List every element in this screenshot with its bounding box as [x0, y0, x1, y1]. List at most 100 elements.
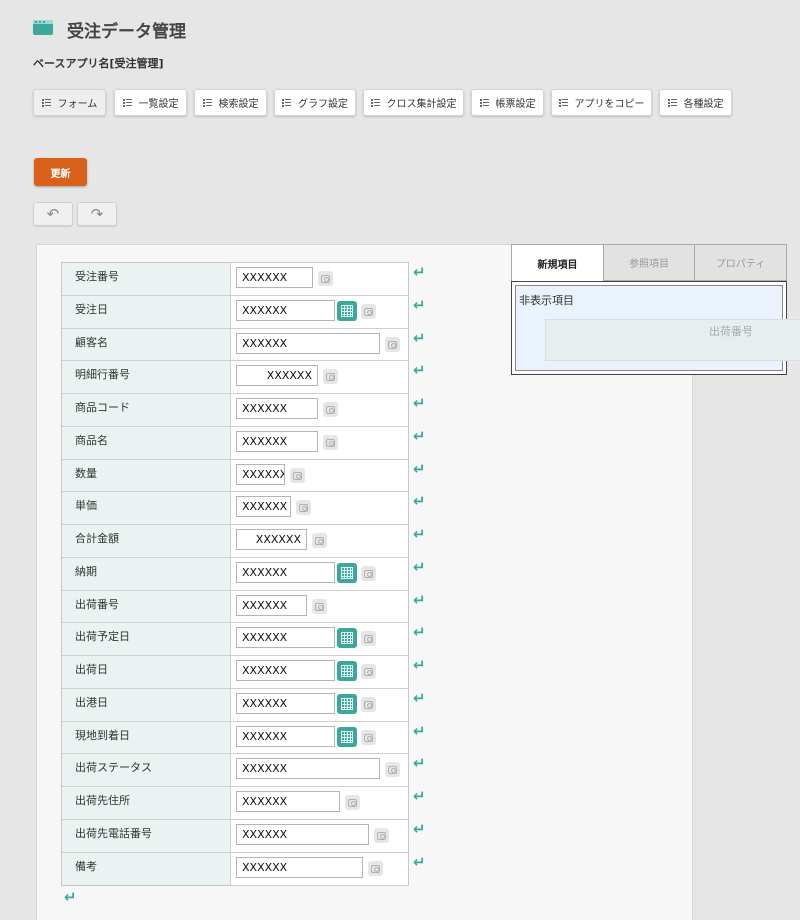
return-arrow-icon[interactable]: ↵	[413, 658, 427, 673]
camera-icon[interactable]	[361, 664, 376, 679]
field-input[interactable]: XXXXXX	[236, 299, 335, 321]
camera-icon[interactable]	[361, 565, 376, 581]
camera-icon[interactable]	[323, 434, 338, 450]
camera-icon[interactable]	[361, 729, 376, 745]
form-row[interactable]: 合計金額 XXXXXX	[62, 525, 408, 558]
form-row[interactable]: 受注番号 XXXXXX	[62, 263, 408, 296]
camera-icon[interactable]	[361, 696, 376, 712]
tab-list-settings[interactable]: 一覧設定	[114, 89, 187, 116]
form-row[interactable]: 数量 XXXXXX	[62, 459, 408, 493]
return-arrow-icon[interactable]: ↵	[413, 625, 427, 640]
form-row[interactable]: 現地到着日 XXXXXX	[62, 721, 408, 755]
tab-graph-settings[interactable]: グラフ設定	[274, 89, 356, 116]
return-arrow-icon[interactable]: ↵	[413, 428, 427, 443]
calendar-icon[interactable]	[337, 693, 357, 714]
form-row[interactable]: 商品コード XXXXXX	[62, 394, 408, 427]
camera-icon[interactable]	[385, 762, 400, 778]
field-input[interactable]: XXXXXX	[236, 561, 335, 583]
return-arrow-icon[interactable]: ↵	[413, 461, 427, 476]
field-input[interactable]: XXXXXX	[236, 463, 285, 485]
form-row[interactable]: 出荷ステータス XXXXXX	[62, 754, 408, 787]
form-row[interactable]: 納期 XXXXXX	[62, 557, 408, 591]
return-arrow-icon[interactable]: ↵	[413, 789, 427, 804]
return-arrow-icon[interactable]: ↵	[413, 494, 427, 509]
redo-button[interactable]: ↷	[77, 202, 117, 226]
camera-icon[interactable]	[361, 303, 376, 319]
camera-icon[interactable]	[323, 402, 338, 417]
return-arrow-icon[interactable]: ↵	[413, 265, 427, 280]
tab-properties[interactable]: プロパティ	[694, 244, 787, 281]
field-input[interactable]: XXXXXX	[236, 692, 335, 714]
field-input[interactable]: XXXXXX	[236, 725, 335, 747]
calendar-icon[interactable]	[337, 300, 357, 321]
form-row[interactable]: 出荷先電話番号 XXXXXX	[62, 819, 408, 853]
field-input[interactable]: XXXXXX	[236, 365, 318, 387]
form-row[interactable]: 受注日 XXXXXX	[62, 295, 408, 329]
return-arrow-icon[interactable]: ↵	[413, 297, 427, 312]
return-arrow-icon[interactable]: ↵	[413, 821, 427, 836]
camera-icon[interactable]	[368, 860, 383, 876]
tab-form[interactable]: フォーム	[33, 89, 106, 116]
tab-new-items[interactable]: 新規項目	[511, 244, 604, 281]
form-row[interactable]: 出荷日 XXXXXX	[62, 656, 408, 689]
field-input[interactable]: XXXXXX	[236, 594, 307, 616]
field-input[interactable]: XXXXXX	[236, 430, 318, 452]
form-row[interactable]: 単価 XXXXXX	[62, 492, 408, 525]
tab-search-settings[interactable]: 検索設定	[194, 89, 267, 116]
tab-reference-items[interactable]: 参照項目	[603, 244, 695, 281]
tab-copy-app[interactable]: アプリをコピー	[551, 89, 652, 116]
tab-label: 新規項目	[537, 259, 578, 271]
field-input[interactable]: XXXXXX	[236, 758, 380, 780]
return-arrow-icon[interactable]: ↵	[413, 756, 427, 771]
form-field-table: 受注番号 XXXXXX 受注日 XXXXXX 顧客名 XXXXXX 明細行番号 XXXXXX 商…	[61, 262, 409, 887]
return-arrow-icon[interactable]: ↵	[413, 396, 427, 411]
form-row[interactable]: 出荷先住所 XXXXXX	[62, 787, 408, 820]
return-arrow-icon[interactable]: ↵	[413, 854, 427, 869]
return-arrow-icon[interactable]: ↵	[64, 890, 78, 905]
camera-icon[interactable]	[296, 500, 311, 516]
field-input[interactable]: XXXXXX	[236, 496, 291, 518]
field-input[interactable]: XXXXXX	[236, 332, 380, 354]
return-arrow-icon[interactable]: ↵	[413, 592, 427, 607]
camera-icon[interactable]	[312, 598, 327, 614]
return-arrow-icon[interactable]: ↵	[413, 330, 427, 345]
form-row[interactable]: 出荷番号 XXXXXX	[62, 590, 408, 624]
return-arrow-icon[interactable]: ↵	[413, 723, 427, 738]
field-input[interactable]: XXXXXX	[236, 791, 340, 812]
return-arrow-icon[interactable]: ↵	[413, 559, 427, 574]
return-arrow-icon[interactable]: ↵	[413, 527, 427, 542]
tab-cross-tab-settings[interactable]: クロス集計設定	[363, 89, 464, 116]
field-input[interactable]: XXXXXX	[236, 267, 313, 288]
calendar-icon[interactable]	[337, 562, 357, 583]
form-row[interactable]: 備考 XXXXXX	[62, 852, 408, 886]
camera-icon[interactable]	[290, 467, 305, 483]
calendar-icon[interactable]	[337, 628, 357, 649]
field-input[interactable]: XXXXXX	[236, 660, 335, 681]
tab-report-settings[interactable]: 帳票設定	[471, 89, 544, 116]
return-arrow-icon[interactable]: ↵	[413, 363, 427, 378]
hidden-item-shipping-number[interactable]: 出荷番号	[545, 319, 800, 361]
form-row[interactable]: 出荷予定日 XXXXXX	[62, 623, 408, 656]
tab-misc-settings[interactable]: 各種設定	[659, 89, 732, 116]
update-button[interactable]: 更新	[34, 158, 87, 186]
camera-icon[interactable]	[374, 827, 389, 843]
camera-icon[interactable]	[385, 336, 400, 352]
camera-icon[interactable]	[318, 271, 333, 286]
field-input[interactable]: XXXXXX	[236, 398, 318, 419]
return-arrow-icon[interactable]: ↵	[413, 690, 427, 705]
field-input[interactable]: XXXXXX	[236, 627, 335, 649]
camera-icon[interactable]	[361, 631, 376, 647]
calendar-icon[interactable]	[337, 726, 357, 747]
camera-icon[interactable]	[345, 795, 360, 810]
form-row[interactable]: 出港日 XXXXXX	[62, 688, 408, 722]
form-row[interactable]: 明細行番号 XXXXXX	[62, 361, 408, 394]
field-input[interactable]: XXXXXX	[236, 529, 307, 550]
calendar-icon[interactable]	[337, 661, 357, 681]
form-row[interactable]: 顧客名 XXXXXX	[62, 328, 408, 362]
camera-icon[interactable]	[312, 533, 327, 548]
field-input[interactable]: XXXXXX	[236, 823, 369, 845]
camera-icon[interactable]	[323, 369, 338, 385]
field-input[interactable]: XXXXXX	[236, 856, 363, 878]
undo-button[interactable]: ↶	[33, 202, 73, 226]
form-row[interactable]: 商品名 XXXXXX	[62, 426, 408, 460]
